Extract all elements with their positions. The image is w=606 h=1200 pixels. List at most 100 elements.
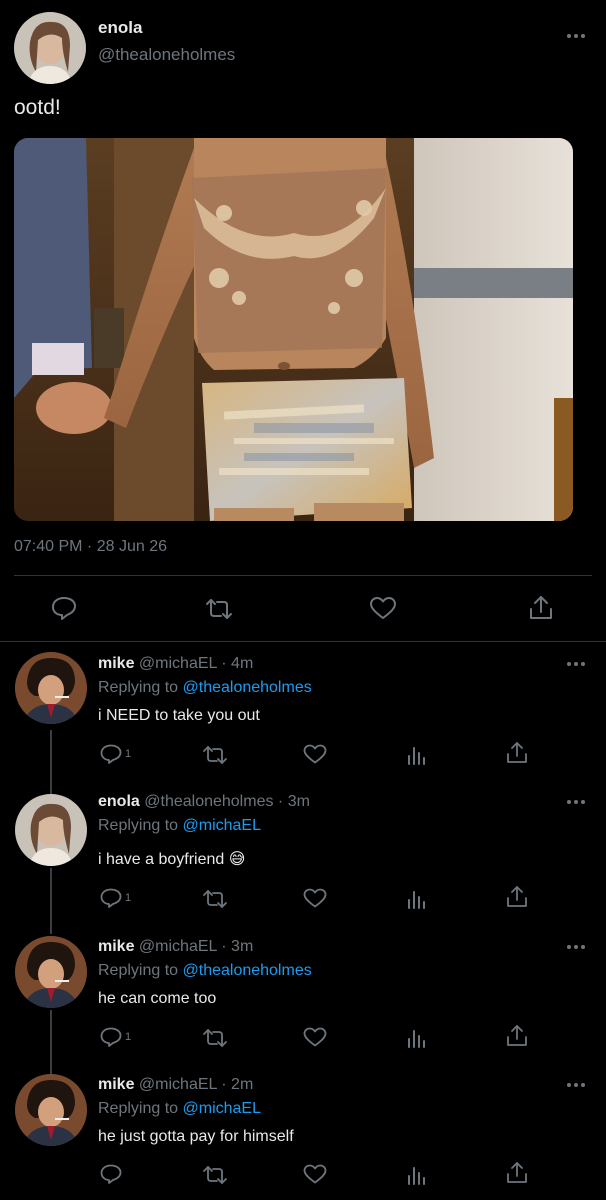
tweet-text: ootd! xyxy=(14,96,61,119)
reply-icon xyxy=(100,1164,122,1184)
like-icon xyxy=(303,1164,327,1184)
tweet-photo[interactable] xyxy=(14,138,573,521)
share-icon xyxy=(530,596,552,619)
author-name[interactable]: enola xyxy=(98,18,142,38)
reply-text: i have a boyfriend 😅 xyxy=(98,851,246,868)
like-icon xyxy=(303,1027,327,1047)
avatar-image xyxy=(15,652,87,724)
retweet-icon xyxy=(203,890,227,908)
tweet-time[interactable]: · 3m xyxy=(221,938,253,955)
tweet-time[interactable]: · 2m xyxy=(221,1076,253,1093)
author-name[interactable]: enola xyxy=(98,793,140,810)
reply-text: he can come too xyxy=(98,990,217,1007)
retweet-button[interactable] xyxy=(202,889,228,909)
replying-to-handle[interactable]: @thealoneholmes xyxy=(183,962,312,979)
author-handle[interactable]: @michaEL xyxy=(139,938,217,955)
avatar-image xyxy=(15,794,87,866)
author-handle[interactable]: @thealoneholmes xyxy=(98,45,235,65)
avatar[interactable] xyxy=(14,12,86,84)
analytics-button[interactable] xyxy=(406,744,426,766)
share-button[interactable] xyxy=(528,594,554,622)
tweet-time[interactable]: · 3m xyxy=(278,793,310,810)
avatar-image xyxy=(14,12,86,84)
author-name[interactable]: mike xyxy=(98,938,134,955)
like-icon xyxy=(370,597,396,619)
reply-icon xyxy=(100,888,122,908)
avatar-image xyxy=(15,936,87,1008)
share-button[interactable] xyxy=(506,1161,528,1185)
like-icon xyxy=(303,888,327,908)
share-button[interactable] xyxy=(506,741,528,765)
share-icon xyxy=(507,886,527,907)
analytics-button[interactable] xyxy=(406,1027,426,1049)
author-handle[interactable]: @michaEL xyxy=(139,1076,217,1093)
more-horizontal-icon[interactable] xyxy=(566,799,586,805)
retweet-button[interactable] xyxy=(202,1165,228,1185)
reply-button[interactable]: 1 xyxy=(100,744,131,764)
retweet-button[interactable] xyxy=(202,745,228,765)
more-horizontal-icon[interactable] xyxy=(566,33,586,39)
analytics-icon xyxy=(408,1167,425,1185)
retweet-icon xyxy=(203,1166,227,1184)
retweet-icon xyxy=(203,746,227,764)
reply-text: he just gotta pay for himself xyxy=(98,1128,294,1145)
avatar-image xyxy=(15,1074,87,1146)
author-name[interactable]: mike xyxy=(98,655,134,672)
like-button[interactable] xyxy=(303,1164,327,1184)
divider xyxy=(0,641,606,642)
analytics-icon xyxy=(408,1030,425,1048)
thread-line xyxy=(50,730,52,796)
replying-to-label: Replying to xyxy=(98,817,179,834)
reply-count: 1 xyxy=(125,748,132,760)
replying-to-handle[interactable]: @michaEL xyxy=(183,1100,262,1117)
author-handle[interactable]: @michaEL xyxy=(139,655,217,672)
replying-to-handle[interactable]: @michaEL xyxy=(183,817,262,834)
replying-to-label: Replying to xyxy=(98,962,179,979)
reply-text: i NEED to take you out xyxy=(98,707,260,724)
analytics-button[interactable] xyxy=(406,1164,426,1186)
retweet-icon xyxy=(203,1029,227,1047)
share-button[interactable] xyxy=(506,1024,528,1048)
retweet-icon xyxy=(206,599,232,619)
share-icon xyxy=(507,1162,527,1183)
thread-line xyxy=(50,868,52,934)
analytics-icon xyxy=(408,891,425,909)
reply-button[interactable] xyxy=(100,1164,125,1184)
analytics-button[interactable] xyxy=(406,888,426,910)
author-handle[interactable]: @thealoneholmes xyxy=(144,793,273,810)
reply-count: 1 xyxy=(125,1031,132,1043)
thread-line xyxy=(50,1010,52,1074)
like-button[interactable] xyxy=(303,1027,327,1047)
reply-button[interactable] xyxy=(51,596,77,620)
like-button[interactable] xyxy=(369,596,397,620)
like-button[interactable] xyxy=(303,888,327,908)
more-horizontal-icon[interactable] xyxy=(566,1082,586,1088)
share-icon xyxy=(507,1025,527,1046)
reply-button[interactable]: 1 xyxy=(100,888,131,908)
share-icon xyxy=(507,742,527,763)
avatar[interactable] xyxy=(15,1074,87,1146)
avatar[interactable] xyxy=(15,794,87,866)
reply-icon xyxy=(100,744,122,764)
replying-to-label: Replying to xyxy=(98,1100,179,1117)
outfit-photo-image xyxy=(14,138,573,521)
replying-to-handle[interactable]: @thealoneholmes xyxy=(183,679,312,696)
retweet-button[interactable] xyxy=(202,1028,228,1048)
replying-to-label: Replying to xyxy=(98,679,179,696)
like-icon xyxy=(303,744,327,764)
tweet-time[interactable]: · 4m xyxy=(221,655,253,672)
more-horizontal-icon[interactable] xyxy=(566,661,586,667)
tweet-timestamp[interactable]: 07:40 PM · 28 Jun 26 xyxy=(14,538,167,556)
reply-icon xyxy=(52,597,76,620)
author-name[interactable]: mike xyxy=(98,1076,134,1093)
like-button[interactable] xyxy=(303,744,327,764)
reply-icon xyxy=(100,1027,122,1047)
share-button[interactable] xyxy=(506,885,528,909)
avatar[interactable] xyxy=(15,652,87,724)
avatar[interactable] xyxy=(15,936,87,1008)
more-horizontal-icon[interactable] xyxy=(566,944,586,950)
retweet-button[interactable] xyxy=(204,597,234,621)
reply-button[interactable]: 1 xyxy=(100,1027,131,1047)
reply-count: 1 xyxy=(125,892,132,904)
analytics-icon xyxy=(408,747,425,765)
